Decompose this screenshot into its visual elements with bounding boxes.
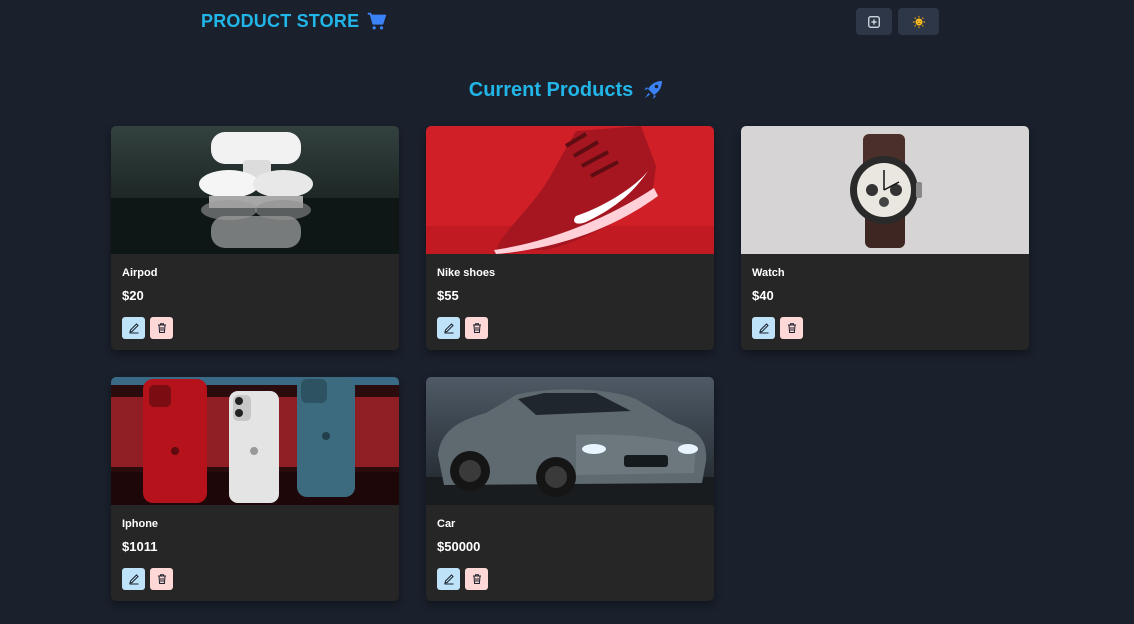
airpods-photo <box>111 126 399 254</box>
product-name: Iphone <box>122 518 159 530</box>
theme-toggle-button[interactable] <box>898 8 939 35</box>
edit-button[interactable] <box>437 317 460 339</box>
edit-button[interactable] <box>122 568 145 590</box>
trash-icon <box>472 574 481 584</box>
pencil-icon <box>128 323 139 334</box>
iphones-photo <box>111 377 399 505</box>
trash-icon <box>157 323 166 333</box>
edit-button[interactable] <box>752 317 775 339</box>
product-price: $1011 <box>122 539 158 554</box>
navbar: PRODUCT STORE <box>0 0 1134 44</box>
delete-button[interactable] <box>150 568 173 590</box>
trash-icon <box>157 574 166 584</box>
product-price: $50000 <box>437 539 481 554</box>
product-image <box>426 377 714 505</box>
product-card: Airpod $20 <box>111 126 399 350</box>
create-product-button[interactable] <box>856 8 892 35</box>
product-image <box>741 126 1029 254</box>
trash-icon <box>472 323 481 333</box>
delete-button[interactable] <box>150 317 173 339</box>
product-card: Iphone $1011 <box>111 377 399 601</box>
delete-button[interactable] <box>465 317 488 339</box>
product-price: $20 <box>122 288 144 303</box>
shopping-cart-icon <box>368 12 387 30</box>
product-image <box>111 126 399 254</box>
nike-shoe-photo <box>426 126 714 254</box>
product-name: Watch <box>752 267 785 279</box>
product-price: $40 <box>752 288 774 303</box>
delete-button[interactable] <box>465 568 488 590</box>
delete-button[interactable] <box>780 317 803 339</box>
pencil-icon <box>758 323 769 334</box>
product-card: Car $50000 <box>426 377 714 601</box>
product-image <box>426 126 714 254</box>
product-name: Nike shoes <box>437 267 496 279</box>
watch-photo <box>741 126 1029 254</box>
product-name: Airpod <box>122 267 158 279</box>
trash-icon <box>787 323 796 333</box>
product-card: Watch $40 <box>741 126 1029 350</box>
car-photo <box>426 377 714 505</box>
pencil-icon <box>443 574 454 585</box>
product-card: Nike shoes $55 <box>426 126 714 350</box>
edit-button[interactable] <box>437 568 460 590</box>
plus-square-icon <box>868 15 880 28</box>
brand-title: PRODUCT STORE <box>201 10 360 31</box>
page-title: Current Products <box>468 78 634 101</box>
brand-link[interactable]: PRODUCT STORE <box>201 10 387 32</box>
page-heading: Current Products <box>0 78 1134 102</box>
pencil-icon <box>443 323 454 334</box>
sun-icon <box>912 15 925 28</box>
pencil-icon <box>128 574 139 585</box>
product-price: $55 <box>437 288 459 303</box>
edit-button[interactable] <box>122 317 145 339</box>
product-name: Car <box>437 518 456 530</box>
product-image <box>111 377 399 505</box>
rocket-icon <box>644 81 663 99</box>
